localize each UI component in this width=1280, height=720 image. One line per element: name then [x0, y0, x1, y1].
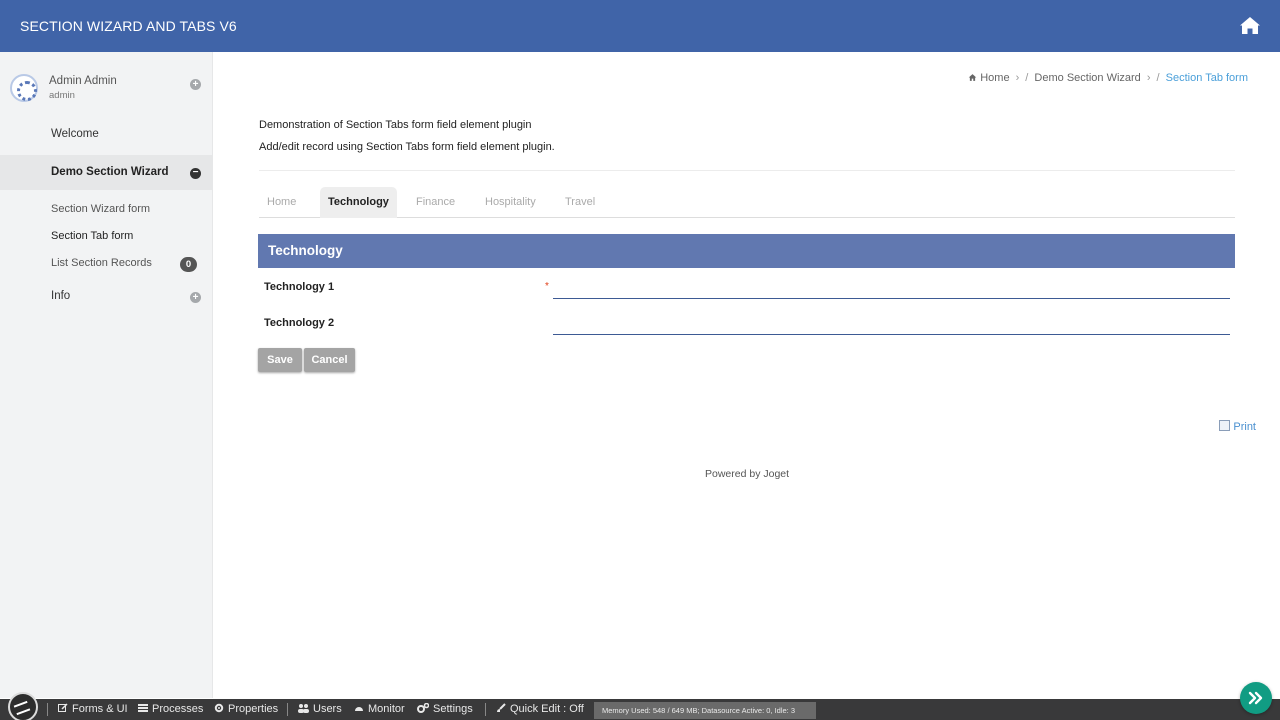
- form-description: Demonstration of Section Tabs form field…: [259, 119, 532, 131]
- user-panel[interactable]: Admin Admin admin +: [0, 66, 213, 106]
- admin-bar-settings[interactable]: Settings: [417, 703, 473, 715]
- required-marker: *: [545, 281, 549, 292]
- cancel-button[interactable]: Cancel: [304, 348, 355, 372]
- sidebar-item-demo-section-wizard[interactable]: Demo Section Wizard −: [0, 155, 213, 190]
- breadcrumb-home[interactable]: Home: [980, 72, 1009, 84]
- powered-by: Powered by Joget: [705, 468, 790, 480]
- section-tabs: Home Technology Finance Hospitality Trav…: [259, 187, 1235, 218]
- breadcrumb-current: Section Tab form: [1165, 72, 1248, 84]
- technology-2-field[interactable]: [553, 317, 1230, 335]
- print-icon: [1219, 420, 1231, 431]
- tab-technology[interactable]: Technology: [320, 187, 397, 218]
- admin-bar-processes[interactable]: Processes: [138, 703, 203, 715]
- edit-icon: [58, 703, 68, 712]
- sidebar-item-section-wizard-form[interactable]: Section Wizard form: [0, 200, 213, 220]
- admin-bar: Forms & UI Processes Properties Users Mo…: [0, 692, 1280, 720]
- expand-icon[interactable]: +: [190, 292, 201, 303]
- sidebar-item-section-tab-form[interactable]: Section Tab form: [0, 227, 213, 247]
- home-small-icon: [968, 72, 980, 84]
- avatar: [10, 74, 38, 102]
- sidebar-item-list-section-records[interactable]: List Section Records 0: [0, 254, 213, 274]
- sidebar-item-label: Info: [51, 290, 71, 302]
- double-chevron-right-icon: [1248, 691, 1263, 705]
- app-title: SECTION WIZARD AND TABS V6: [20, 18, 237, 34]
- field-label-technology-2: Technology 2: [264, 317, 335, 329]
- app-header: SECTION WIZARD AND TABS V6: [0, 0, 1280, 52]
- sidebar-item-welcome[interactable]: Welcome: [0, 122, 213, 150]
- tab-hospitality[interactable]: Hospitality: [477, 187, 544, 218]
- gears-icon: [417, 703, 429, 713]
- admin-bar-properties[interactable]: Properties: [214, 703, 278, 715]
- user-name: Admin Admin: [49, 75, 117, 87]
- admin-bar-forms-ui[interactable]: Forms & UI: [58, 703, 128, 715]
- tab-finance[interactable]: Finance: [408, 187, 463, 218]
- section-header: Technology: [258, 234, 1235, 268]
- sidebar-item-label: Welcome: [51, 128, 99, 140]
- admin-bar-users[interactable]: Users: [297, 703, 342, 715]
- sidebar-item-label: Section Tab form: [51, 230, 134, 242]
- tab-home[interactable]: Home: [259, 187, 304, 218]
- sidebar-item-label: Section Wizard form: [51, 203, 151, 215]
- memory-status: Memory Used: 548 / 649 MB; Datasource Ac…: [594, 702, 816, 719]
- field-label-technology-1: Technology 1: [264, 281, 335, 293]
- gear-icon: [214, 703, 224, 713]
- breadcrumb-demo-section-wizard[interactable]: Demo Section Wizard: [1034, 72, 1140, 84]
- sidebar-item-info[interactable]: Info +: [0, 287, 213, 307]
- expand-panel-button[interactable]: [1240, 682, 1272, 714]
- admin-bar-monitor[interactable]: Monitor: [354, 703, 405, 715]
- joget-logo-icon[interactable]: [8, 692, 38, 720]
- home-icon[interactable]: [1238, 14, 1262, 38]
- collapse-icon[interactable]: −: [190, 168, 201, 179]
- admin-bar-quick-edit[interactable]: Quick Edit : Off: [496, 703, 584, 715]
- dashboard-icon: [355, 707, 363, 711]
- user-username: admin: [49, 90, 75, 101]
- tab-travel[interactable]: Travel: [557, 187, 603, 218]
- print-link[interactable]: Print: [1219, 420, 1256, 433]
- form-subdescription: Add/edit record using Section Tabs form …: [259, 141, 555, 153]
- main-content: Home › / Demo Section Wizard › / Section T…: [214, 52, 1280, 698]
- save-button[interactable]: Save: [258, 348, 302, 372]
- technology-1-field[interactable]: [553, 281, 1230, 299]
- sidebar: Admin Admin admin + Welcome Demo Section…: [0, 52, 213, 698]
- divider: [259, 170, 1235, 171]
- users-icon: [298, 704, 309, 713]
- count-badge: 0: [180, 257, 197, 272]
- expand-user-icon[interactable]: +: [190, 79, 201, 90]
- print-label: Print: [1233, 421, 1256, 433]
- sidebar-item-label: List Section Records: [51, 257, 152, 269]
- breadcrumb: Home › / Demo Section Wizard › / Section T…: [968, 72, 1248, 84]
- brush-icon: [497, 703, 506, 712]
- sidebar-item-label: Demo Section Wizard: [51, 166, 169, 178]
- list-icon: [138, 704, 148, 712]
